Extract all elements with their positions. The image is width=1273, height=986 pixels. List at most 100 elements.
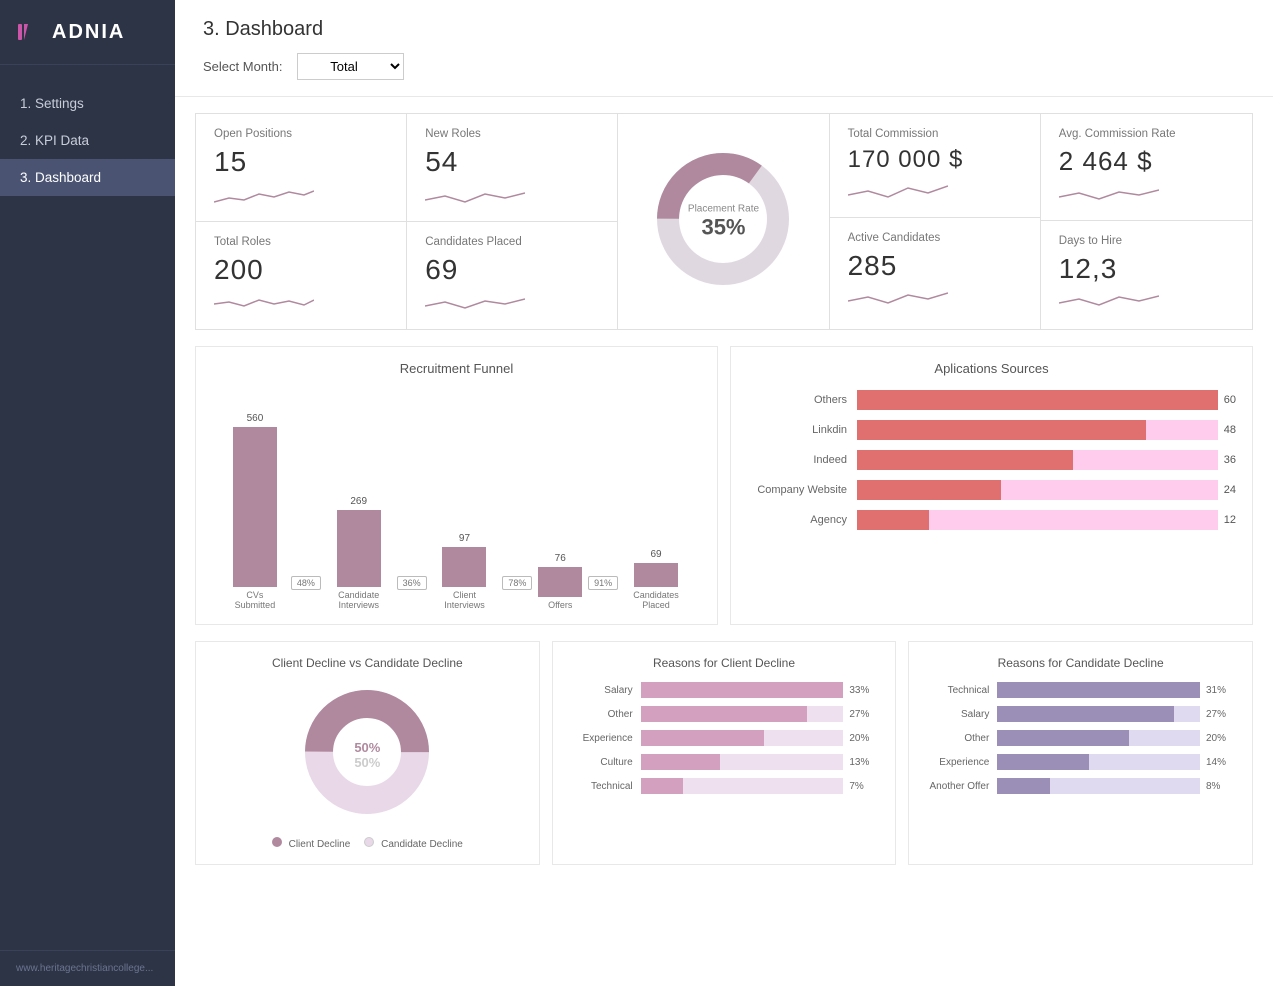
source-bar-wrap-website <box>857 480 1218 500</box>
reason-cand-experience: Experience 14% <box>925 754 1236 770</box>
funnel-bar-offers-rect <box>538 567 582 597</box>
kpi-total-roles-value: 200 <box>214 254 388 286</box>
funnel-bar-offers: 76 Offers <box>538 553 582 610</box>
sources-title: Aplications Sources <box>747 361 1236 376</box>
legend-client: Client Decline <box>272 837 350 850</box>
kpi-new-roles: New Roles 54 <box>407 114 617 222</box>
funnel-bar-placed: 69 Candidates Placed <box>624 549 688 610</box>
kpi-candidates-placed-value: 69 <box>425 254 599 286</box>
kpi-donut-cell: Placement Rate 35% <box>618 114 829 329</box>
source-label-others: Others <box>747 394 857 406</box>
source-val-agency: 12 <box>1224 514 1236 526</box>
funnel-bar-cand-int: 269 Candidate Interviews <box>327 496 391 610</box>
sidebar-item-kpi[interactable]: 2. KPI Data <box>0 122 175 159</box>
logo-text: ADNIA <box>52 21 125 44</box>
source-bar-indeed <box>857 450 1073 470</box>
sources-card: Aplications Sources Others 60 Linkdin <box>730 346 1253 625</box>
reason-client-culture: Culture 13% <box>569 754 880 770</box>
source-bar-agency <box>857 510 929 530</box>
candidate-decline-card: Reasons for Candidate Decline Technical … <box>908 641 1253 865</box>
kpi-new-roles-value: 54 <box>425 146 599 178</box>
kpi-total-roles-label: Total Roles <box>214 236 388 248</box>
client-decline-title: Reasons for Client Decline <box>569 656 880 670</box>
funnel-val-cvs: 560 <box>247 413 264 424</box>
new-roles-sparkline <box>425 184 525 208</box>
source-row-indeed: Indeed 36 <box>747 450 1236 470</box>
filter-label: Select Month: <box>203 59 283 74</box>
legend-dot-candidate <box>364 837 374 847</box>
kpi-candidates-placed: Candidates Placed 69 <box>407 222 617 329</box>
decline-donut-wrap: 50% 50% Client Decline Candidate Decline <box>212 682 523 850</box>
reason-cand-salary: Salary 27% <box>925 706 1236 722</box>
main-header: 3. Dashboard Select Month: Total January… <box>175 0 1273 97</box>
logo-area: ADNIA <box>0 0 175 65</box>
kpi-grid: Open Positions 15 Total Roles 200 <box>195 113 1253 330</box>
funnel-bar-cand-int-rect <box>337 510 381 587</box>
source-bar-wrap-linkdin <box>857 420 1218 440</box>
source-row-website: Company Website 24 <box>747 480 1236 500</box>
dashboard-body: Open Positions 15 Total Roles 200 <box>175 97 1273 881</box>
kpi-avg-commission-label: Avg. Commission Rate <box>1059 128 1234 140</box>
sidebar-item-settings[interactable]: 1. Settings <box>0 85 175 122</box>
days-to-hire-sparkline <box>1059 291 1159 315</box>
source-val-others: 60 <box>1224 394 1236 406</box>
kpi-total-roles: Total Roles 200 <box>196 222 406 329</box>
source-label-agency: Agency <box>747 514 857 526</box>
sidebar: ADNIA 1. Settings 2. KPI Data 3. Dashboa… <box>0 0 175 986</box>
total-roles-sparkline <box>214 292 314 316</box>
funnel-bar-client-int-rect <box>442 547 486 587</box>
decline-client-pct: 50% <box>354 740 380 755</box>
kpi-total-commission-value: 170 000 $ <box>848 146 1022 174</box>
source-bar-wrap-agency <box>857 510 1218 530</box>
sidebar-item-dashboard[interactable]: 3. Dashboard <box>0 159 175 196</box>
source-label-linkdin: Linkdin <box>747 424 857 436</box>
donut-label: Placement Rate 35% <box>688 203 759 240</box>
filter-row: Select Month: Total January February <box>203 53 1245 86</box>
reason-cand-other: Other 20% <box>925 730 1236 746</box>
kpi-open-positions-value: 15 <box>214 146 388 178</box>
open-positions-sparkline <box>214 184 314 208</box>
candidate-decline-bars: Technical 31% Salary 27% Other 20% <box>925 682 1236 794</box>
funnel-arrow-4: 91% <box>588 576 618 590</box>
decline-donut-card: Client Decline vs Candidate Decline 50% … <box>195 641 540 865</box>
source-bar-linkdin <box>857 420 1146 440</box>
source-row-linkdin: Linkdin 48 <box>747 420 1236 440</box>
kpi-active-candidates-value: 285 <box>848 250 1022 282</box>
source-bar-wrap-indeed <box>857 450 1218 470</box>
sidebar-nav: 1. Settings 2. KPI Data 3. Dashboard <box>0 65 175 950</box>
source-bar-others <box>857 390 1218 410</box>
funnel-bar-placed-rect <box>634 563 678 587</box>
funnel-title: Recruitment Funnel <box>212 361 701 376</box>
kpi-avg-commission-value: 2 464 $ <box>1059 146 1234 177</box>
sidebar-footer: www.heritagechristiancollege... <box>0 950 175 986</box>
reason-client-salary: Salary 33% <box>569 682 880 698</box>
placement-rate-label: Placement Rate <box>688 203 759 214</box>
funnel-chart: 560 CVs Submitted 48% 269 Candidate Inte… <box>212 390 701 610</box>
legend-dot-client <box>272 837 282 847</box>
kpi-col-2: New Roles 54 Candidates Placed 69 <box>407 114 618 329</box>
kpi-open-positions: Open Positions 15 <box>196 114 406 222</box>
month-select[interactable]: Total January February <box>297 53 404 80</box>
source-val-linkdin: 48 <box>1224 424 1236 436</box>
decline-donut-container: 50% 50% <box>297 682 437 827</box>
adnia-logo-icon <box>16 18 44 46</box>
funnel-arrow-1: 48% <box>291 576 321 590</box>
source-val-indeed: 36 <box>1224 454 1236 466</box>
reason-cand-technical: Technical 31% <box>925 682 1236 698</box>
funnel-bar-client-int: 97 Client Interviews <box>432 533 496 610</box>
reason-client-technical: Technical 7% <box>569 778 880 794</box>
funnel-arrow-3: 78% <box>502 576 532 590</box>
client-decline-bars: Salary 33% Other 27% Experience 20% <box>569 682 880 794</box>
decline-legend: Client Decline Candidate Decline <box>272 837 463 850</box>
kpi-days-to-hire: Days to Hire 12,3 <box>1041 221 1252 328</box>
avg-commission-sparkline <box>1059 183 1159 207</box>
kpi-col-4: Total Commission 170 000 $ Active Candid… <box>830 114 1041 329</box>
sources-chart: Others 60 Linkdin 48 <box>747 390 1236 530</box>
funnel-arrow-2: 36% <box>397 576 427 590</box>
reason-client-experience: Experience 20% <box>569 730 880 746</box>
client-decline-card: Reasons for Client Decline Salary 33% Ot… <box>552 641 897 865</box>
kpi-col-1: Open Positions 15 Total Roles 200 <box>196 114 407 329</box>
placement-rate-donut: Placement Rate 35% <box>648 144 798 299</box>
decline-donut-title: Client Decline vs Candidate Decline <box>212 656 523 670</box>
active-candidates-sparkline <box>848 288 948 312</box>
